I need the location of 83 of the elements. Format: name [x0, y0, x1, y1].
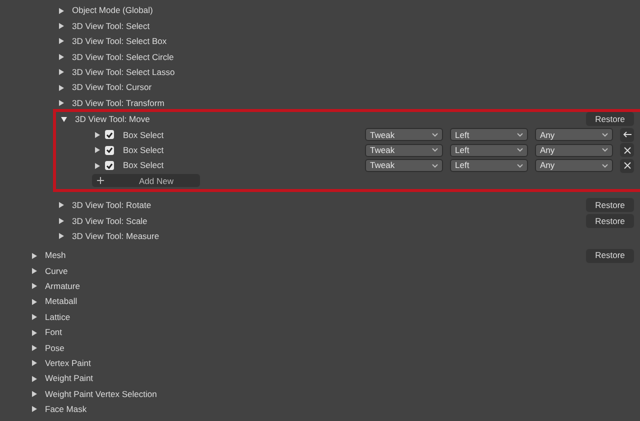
- keymap-item-label[interactable]: 3D View Tool: Cursor: [72, 83, 634, 92]
- keymap-entry-label: Box Select: [123, 130, 165, 140]
- expanded-triangle-icon[interactable]: [61, 116, 67, 122]
- collapsed-triangle-icon[interactable]: [31, 330, 37, 336]
- keymap-item-label[interactable]: Vertex Paint: [45, 359, 634, 368]
- restore-button[interactable]: Restore: [586, 198, 634, 212]
- collapsed-triangle-icon[interactable]: [31, 298, 37, 305]
- modifier-dropdown[interactable]: Any: [535, 159, 613, 172]
- collapsed-triangle-icon[interactable]: [94, 162, 100, 169]
- keymap-item-label[interactable]: Metaball: [45, 297, 634, 306]
- modifier-dropdown[interactable]: Any: [535, 144, 613, 157]
- collapsed-triangle-icon[interactable]: [94, 147, 100, 154]
- chevron-down-icon: [517, 148, 523, 152]
- left-arrow-icon: [622, 131, 632, 138]
- remove-item-button[interactable]: [620, 143, 634, 158]
- collapsed-triangle-icon[interactable]: [31, 376, 37, 382]
- collapsed-triangle-icon[interactable]: [58, 8, 64, 14]
- mouse-button-dropdown[interactable]: Left: [450, 128, 528, 142]
- chevron-down-icon: [432, 148, 438, 152]
- collapsed-triangle-icon[interactable]: [58, 100, 64, 106]
- collapsed-triangle-icon[interactable]: [58, 202, 64, 208]
- close-icon: [624, 146, 630, 154]
- chevron-down-icon: [432, 164, 438, 168]
- keymap-item-label[interactable]: 3D View Tool: Move: [75, 115, 586, 124]
- collapsed-triangle-icon[interactable]: [31, 360, 37, 366]
- collapsed-triangle-icon[interactable]: [31, 283, 37, 290]
- collapsed-triangle-icon[interactable]: [58, 38, 64, 44]
- modifier-dropdown[interactable]: Any: [535, 128, 613, 142]
- restore-button[interactable]: Restore: [586, 248, 634, 263]
- keymap-item-label[interactable]: Font: [45, 328, 634, 337]
- checkbox[interactable]: [105, 161, 114, 170]
- checkbox[interactable]: [105, 130, 114, 140]
- event-type-dropdown[interactable]: Tweak: [365, 128, 443, 142]
- keymap-item-label[interactable]: Lattice: [45, 312, 634, 322]
- keymap-item-label[interactable]: Pose: [45, 344, 634, 352]
- keymap-entry-label: Box Select: [123, 146, 165, 154]
- event-type-dropdown[interactable]: Tweak: [365, 144, 443, 157]
- event-type-dropdown[interactable]: Tweak: [365, 159, 443, 172]
- chevron-down-icon: [517, 164, 523, 168]
- collapsed-triangle-icon[interactable]: [31, 252, 37, 259]
- collapsed-triangle-icon[interactable]: [58, 23, 64, 30]
- keymap-item-label[interactable]: 3D View Tool: Scale: [72, 216, 586, 226]
- keymap-item-label[interactable]: Weight Paint Vertex Selection: [45, 390, 634, 398]
- keymap-item-label[interactable]: Face Mask: [45, 405, 634, 414]
- chevron-down-icon: [602, 132, 608, 137]
- chevron-down-icon: [517, 132, 523, 137]
- mouse-button-dropdown[interactable]: Left: [450, 144, 528, 157]
- keymap-item-label[interactable]: 3D View Tool: Select Circle: [72, 52, 634, 62]
- collapsed-triangle-icon[interactable]: [94, 132, 100, 138]
- keymap-item-label[interactable]: 3D View Tool: Transform: [72, 98, 634, 108]
- add-new-button[interactable]: Add New: [92, 174, 200, 188]
- collapsed-triangle-icon[interactable]: [31, 268, 37, 274]
- keymap-item-label[interactable]: Object Mode (Global): [72, 6, 634, 15]
- collapsed-triangle-icon[interactable]: [58, 69, 64, 76]
- collapsed-triangle-icon[interactable]: [31, 314, 37, 320]
- checkbox[interactable]: [105, 146, 114, 155]
- chevron-down-icon: [432, 132, 438, 137]
- remove-item-button[interactable]: [620, 158, 634, 173]
- restore-item-button[interactable]: [620, 128, 634, 142]
- keymap-item-label[interactable]: Armature: [45, 282, 634, 291]
- collapsed-triangle-icon[interactable]: [31, 391, 37, 398]
- chevron-down-icon: [602, 148, 608, 152]
- collapsed-triangle-icon[interactable]: [58, 84, 64, 91]
- chevron-down-icon: [602, 164, 608, 168]
- collapsed-triangle-icon[interactable]: [31, 406, 37, 412]
- keymap-item-label[interactable]: Mesh: [45, 251, 586, 260]
- keymap-item-label[interactable]: 3D View Tool: Measure: [72, 232, 634, 240]
- mouse-button-dropdown[interactable]: Left: [450, 159, 528, 172]
- restore-button[interactable]: Restore: [586, 112, 634, 126]
- collapsed-triangle-icon[interactable]: [31, 344, 37, 351]
- keymap-entry-label: Box Select: [123, 161, 165, 170]
- keymap-item-label[interactable]: Weight Paint: [45, 374, 634, 383]
- close-icon: [624, 162, 630, 170]
- collapsed-triangle-icon[interactable]: [58, 218, 64, 224]
- plus-icon: [97, 177, 104, 184]
- collapsed-triangle-icon[interactable]: [58, 54, 64, 60]
- keymap-item-label[interactable]: 3D View Tool: Select Lasso: [72, 68, 634, 76]
- keymap-item-label[interactable]: 3D View Tool: Rotate: [72, 201, 586, 210]
- keymap-item-label[interactable]: 3D View Tool: Select Box: [72, 37, 634, 46]
- keymap-item-label[interactable]: 3D View Tool: Select: [72, 22, 634, 30]
- collapsed-triangle-icon[interactable]: [58, 233, 64, 240]
- keymap-item-label[interactable]: Curve: [45, 266, 634, 276]
- restore-button[interactable]: Restore: [586, 214, 634, 228]
